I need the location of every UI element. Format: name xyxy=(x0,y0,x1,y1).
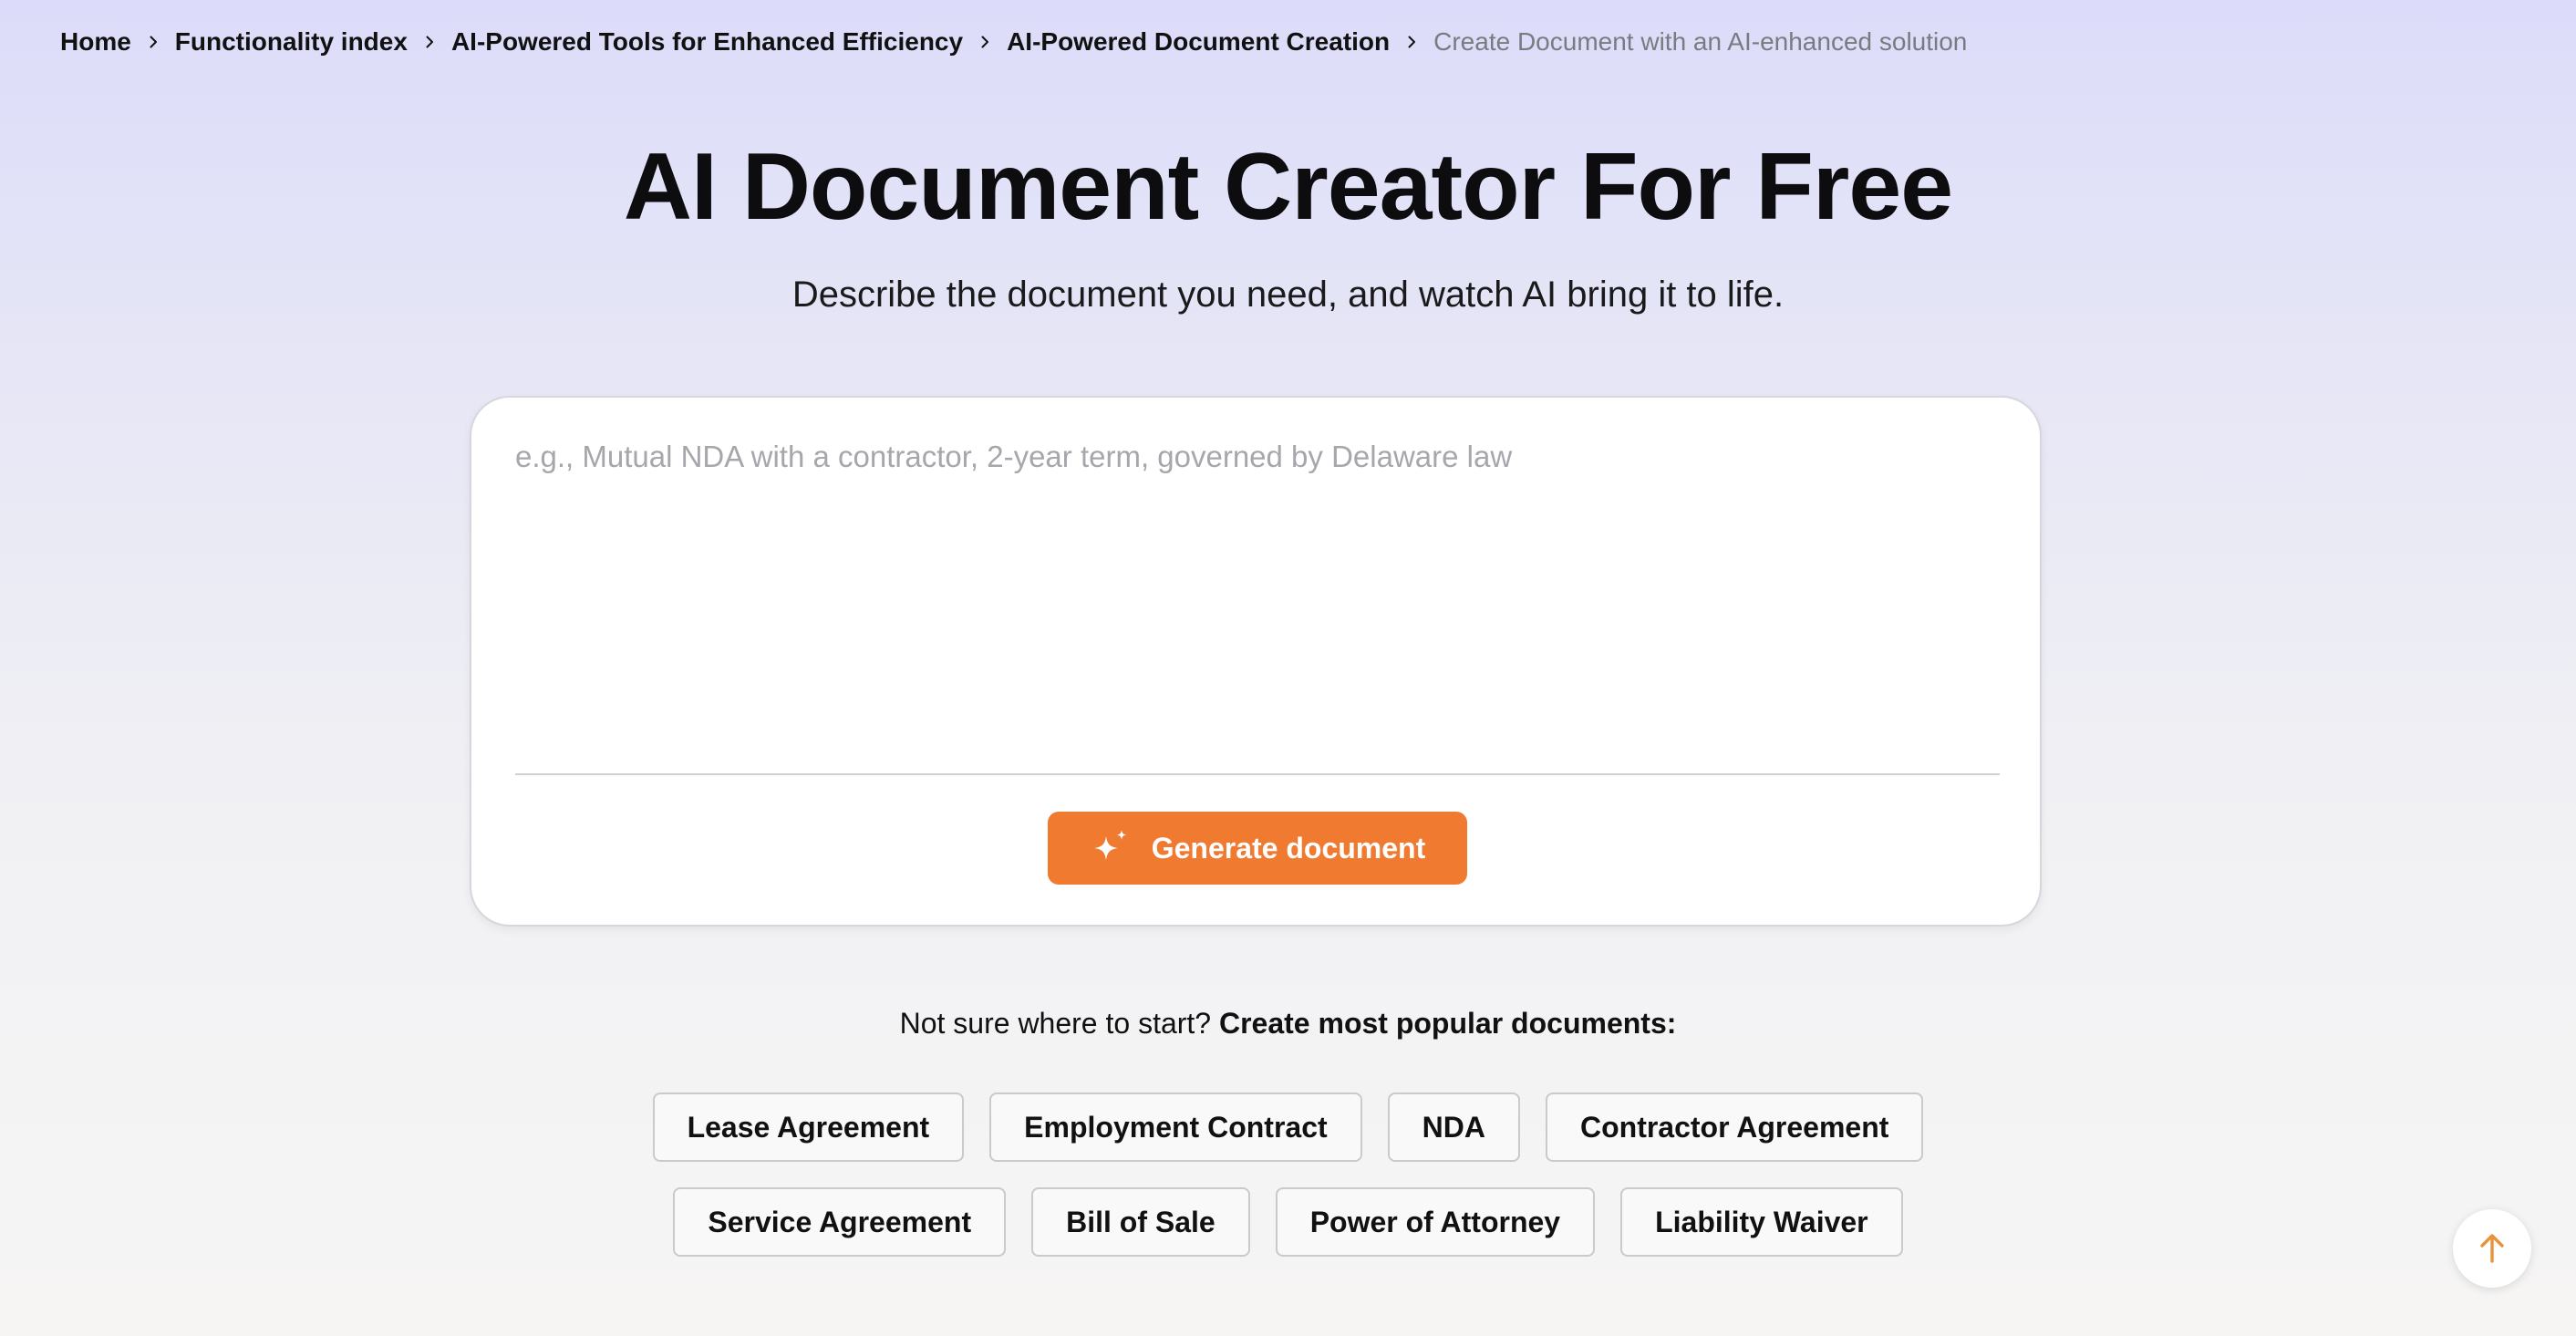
scroll-to-top-button[interactable] xyxy=(2453,1209,2531,1288)
chip-liability-waiver[interactable]: Liability Waiver xyxy=(1620,1187,1903,1257)
popular-documents-row-1: Lease Agreement Employment Contract NDA … xyxy=(0,1093,2576,1162)
chip-power-of-attorney[interactable]: Power of Attorney xyxy=(1275,1187,1596,1257)
chevron-right-icon xyxy=(408,26,451,58)
chevron-right-icon xyxy=(1390,26,1433,58)
chip-contractor-agreement[interactable]: Contractor Agreement xyxy=(1545,1093,1924,1162)
breadcrumb-home[interactable]: Home xyxy=(60,27,131,57)
page-title: AI Document Creator For Free xyxy=(623,134,1953,240)
page-subtitle: Describe the document you need, and watc… xyxy=(791,274,1785,315)
breadcrumb-ai-powered-tools[interactable]: AI-Powered Tools for Enhanced Efficiency xyxy=(451,27,963,57)
prompt-card: Generate document xyxy=(470,396,2042,927)
chip-bill-of-sale[interactable]: Bill of Sale xyxy=(1031,1187,1250,1257)
arrow-up-icon xyxy=(2475,1231,2509,1266)
generate-document-button[interactable]: Generate document xyxy=(1048,812,1467,885)
chip-employment-contract[interactable]: Employment Contract xyxy=(989,1093,1362,1162)
breadcrumb: Home Functionality index AI-Powered Tool… xyxy=(60,26,1967,58)
chevron-right-icon xyxy=(131,26,175,58)
chip-nda[interactable]: NDA xyxy=(1387,1093,1520,1162)
breadcrumb-functionality-index[interactable]: Functionality index xyxy=(175,27,408,57)
breadcrumb-ai-document-creation[interactable]: AI-Powered Document Creation xyxy=(1007,27,1390,57)
prompt-divider xyxy=(515,773,2000,775)
chip-service-agreement[interactable]: Service Agreement xyxy=(673,1187,1007,1257)
sparkle-icon xyxy=(1090,827,1132,869)
generate-document-label: Generate document xyxy=(1151,831,1426,865)
chevron-right-icon xyxy=(963,26,1007,58)
breadcrumb-current-page: Create Document with an AI-enhanced solu… xyxy=(1433,27,1968,56)
popular-documents-heading: Not sure where to start? Create most pop… xyxy=(0,1003,2576,1043)
popular-strong-text: Create most popular documents: xyxy=(1218,1007,1677,1040)
chip-lease-agreement[interactable]: Lease Agreement xyxy=(652,1093,965,1162)
document-description-input[interactable] xyxy=(515,440,1998,768)
popular-documents-row-2: Service Agreement Bill of Sale Power of … xyxy=(0,1187,2576,1257)
popular-lead-text: Not sure where to start? xyxy=(899,1007,1212,1040)
